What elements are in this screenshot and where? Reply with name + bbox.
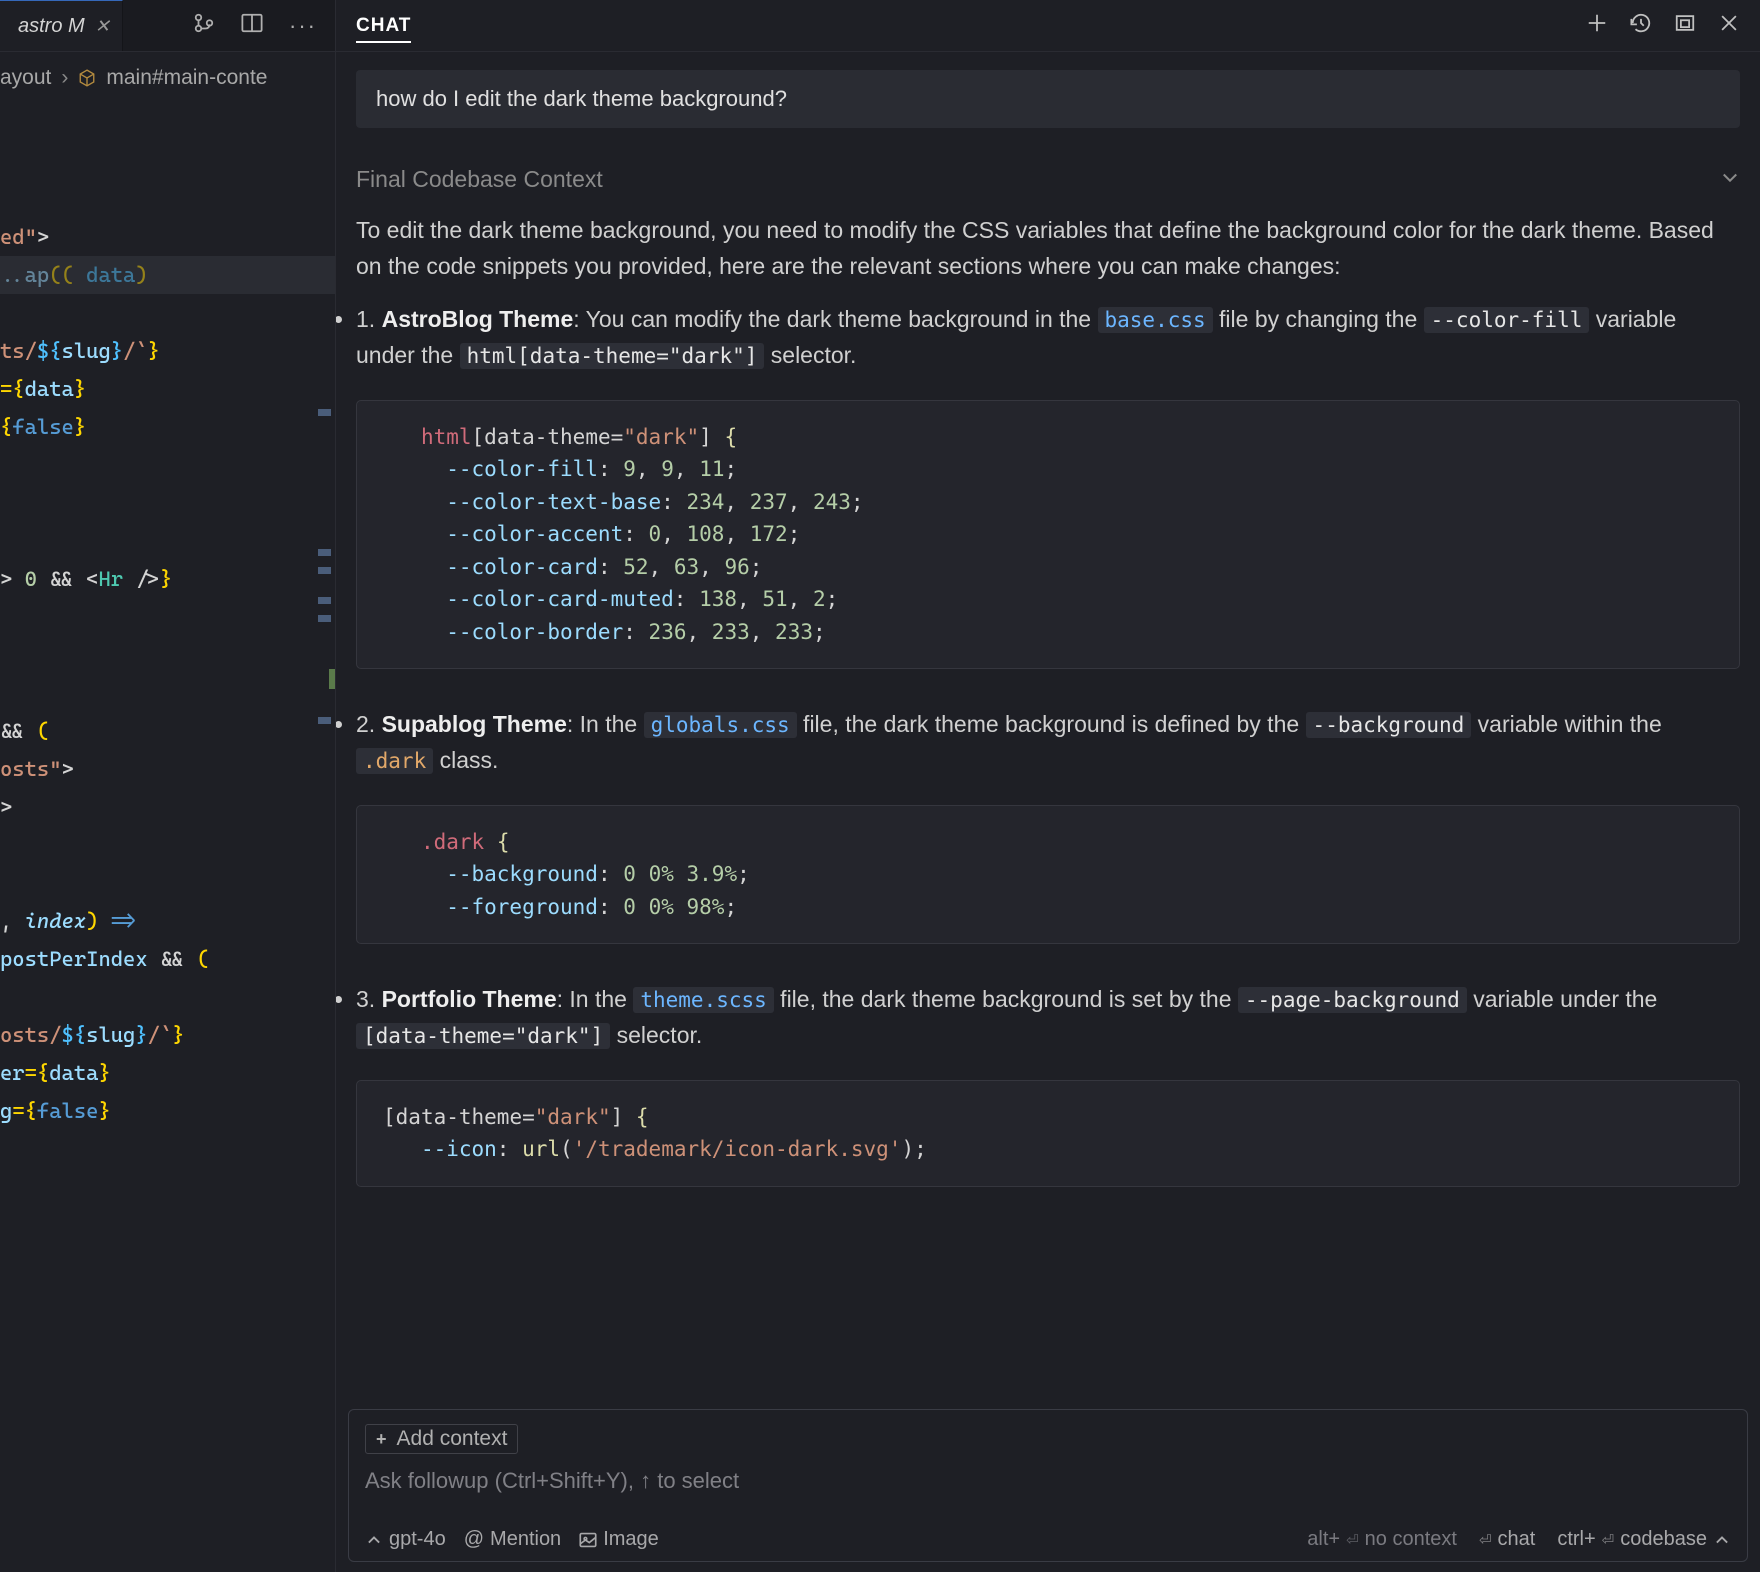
add-context-label: Add context [397,1427,508,1451]
breadcrumb-item[interactable]: main#main-conte [106,66,267,90]
chat-tab[interactable]: CHAT [356,15,411,43]
split-icon[interactable] [241,12,263,40]
inline-code: globals.css [644,712,797,738]
list-item: 1. AstroBlog Theme: You can modify the d… [356,302,1740,373]
theme-name: Supablog Theme [382,711,567,737]
plus-icon: + [376,1429,387,1450]
editor-tab[interactable]: astro M ✕ [0,0,123,51]
inline-code: --background [1306,712,1472,738]
tab-label: astro M [18,15,85,38]
inline-code: --page-background [1238,987,1467,1013]
tab-bar: astro M ✕ ··· [0,0,335,52]
no-context-hint[interactable]: alt+⏎ no context [1307,1528,1457,1551]
context-header[interactable]: Final Codebase Context [356,154,1740,213]
chat-input[interactable]: Ask followup (Ctrl+Shift+Y), ↑ to select [365,1468,1731,1494]
model-selector[interactable]: gpt-4o [365,1528,446,1551]
chat-input-area: + Add context Ask followup (Ctrl+Shift+Y… [336,1409,1760,1572]
inline-code: theme.scss [633,987,773,1013]
tab-toolbar: ··· [193,0,335,52]
user-message-text: how do I edit the dark theme background? [376,86,787,111]
history-icon[interactable] [1630,12,1652,40]
close-icon[interactable] [1718,12,1740,40]
add-context-button[interactable]: + Add context [365,1424,518,1454]
editor-pane: astro M ✕ ··· ayout › main#main-conte ed… [0,0,335,1572]
context-label: Final Codebase Context [356,166,603,193]
list-item: 3. Portfolio Theme: In the theme.scss fi… [356,982,1740,1053]
code-editor[interactable]: ed">..ap(( data) ts/${slug}/`}={data}{fa… [0,104,335,1206]
input-footer: gpt-4o @ Mention Image alt+⏎ no context [365,1528,1731,1551]
list-item: 2. Supablog Theme: In the globals.css fi… [356,707,1740,778]
chat-header: CHAT [336,0,1760,52]
theme-name: Portfolio Theme [382,986,557,1012]
maximize-icon[interactable] [1674,12,1696,40]
chat-send[interactable]: ⏎ chat [1479,1528,1535,1551]
image-button[interactable]: Image [579,1528,659,1551]
inline-code: base.css [1098,307,1213,333]
chevron-down-icon[interactable] [1720,166,1740,193]
chevron-right-icon: › [61,66,68,90]
theme-name: AstroBlog Theme [382,306,574,332]
breadcrumb-item[interactable]: ayout [0,66,51,90]
inline-code: .dark [356,748,433,774]
mention-button[interactable]: @ Mention [464,1528,561,1551]
inline-code: [data-theme="dark"] [356,1023,610,1049]
symbol-icon [78,69,96,87]
assistant-intro: To edit the dark theme background, you n… [356,213,1740,284]
user-message: how do I edit the dark theme background? [356,70,1740,128]
chat-scroll[interactable]: how do I edit the dark theme background?… [336,52,1760,1409]
assistant-message: To edit the dark theme background, you n… [356,213,1740,1187]
inline-code: html[data-theme="dark"] [460,343,765,369]
new-chat-icon[interactable] [1586,12,1608,40]
code-block[interactable]: [data-theme="dark"] { --icon: url('/trad… [356,1080,1740,1187]
codebase-send[interactable]: ctrl+⏎ codebase [1557,1528,1731,1551]
close-icon[interactable]: ✕ [95,16,110,37]
breadcrumb[interactable]: ayout › main#main-conte [0,52,335,104]
compare-icon[interactable] [193,12,215,40]
code-block[interactable]: html[data-theme="dark"] { --color-fill: … [356,400,1740,670]
code-block[interactable]: .dark { --background: 0 0% 3.9%; --foreg… [356,805,1740,945]
chat-pane: CHAT how do I edit the dark theme backgr… [335,0,1760,1572]
inline-code: --color-fill [1424,307,1590,333]
chat-input-box[interactable]: + Add context Ask followup (Ctrl+Shift+Y… [348,1409,1748,1562]
